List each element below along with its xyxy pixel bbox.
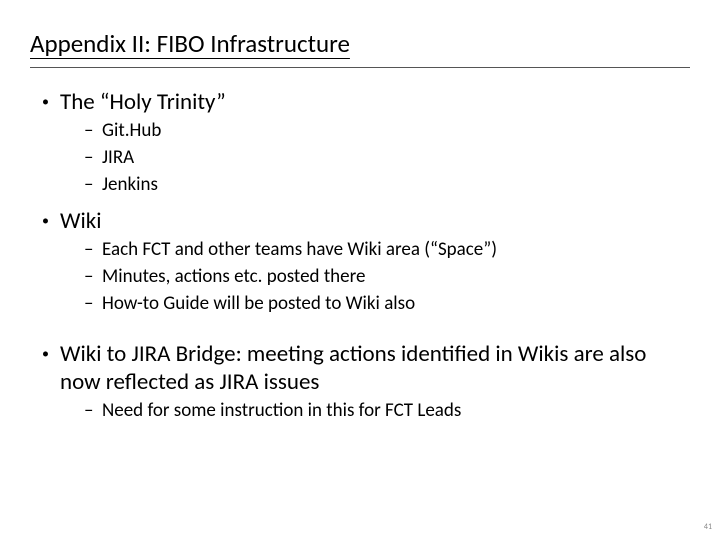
sub-list: –Each FCT and other teams have Wiki area… <box>42 237 690 316</box>
bullet-icon: • <box>42 207 60 235</box>
sub-item: –Jenkins <box>84 172 690 197</box>
dash-icon: – <box>84 172 102 197</box>
sub-item: –Need for some instruction in this for F… <box>84 398 690 423</box>
dash-icon: – <box>84 118 102 143</box>
sub-text: Jenkins <box>102 172 158 197</box>
sub-text: How-to Guide will be posted to Wiki also <box>102 291 415 316</box>
dash-icon: – <box>84 398 102 423</box>
list-item: • Wiki –Each FCT and other teams have Wi… <box>42 207 690 316</box>
sub-list: –Git.Hub –JIRA –Jenkins <box>42 118 690 197</box>
sub-item: –Git.Hub <box>84 118 690 143</box>
bullet-icon: • <box>42 88 60 116</box>
content-list: • The “Holy Trinity” –Git.Hub –JIRA –Jen… <box>30 88 690 423</box>
page-number: 41 <box>704 522 712 532</box>
dash-icon: – <box>84 237 102 262</box>
bullet-icon: • <box>42 340 60 368</box>
sub-item: –How-to Guide will be posted to Wiki als… <box>84 291 690 316</box>
sub-text: Each FCT and other teams have Wiki area … <box>102 237 497 262</box>
section-heading: Wiki to JIRA Bridge: meeting actions ide… <box>60 340 690 396</box>
slide-title: Appendix II: FIBO Infrastructure <box>30 28 690 59</box>
sub-item: –JIRA <box>84 145 690 170</box>
dash-icon: – <box>84 145 102 170</box>
list-item: • The “Holy Trinity” –Git.Hub –JIRA –Jen… <box>42 88 690 197</box>
title-rule <box>30 67 690 68</box>
list-item: • Wiki to JIRA Bridge: meeting actions i… <box>42 340 690 423</box>
section-heading: The “Holy Trinity” <box>60 88 226 116</box>
sub-text: Minutes, actions etc. posted there <box>102 264 365 289</box>
sub-item: –Each FCT and other teams have Wiki area… <box>84 237 690 262</box>
dash-icon: – <box>84 264 102 289</box>
sub-text: Git.Hub <box>102 118 161 143</box>
section-heading: Wiki <box>60 207 101 235</box>
sub-item: –Minutes, actions etc. posted there <box>84 264 690 289</box>
sub-text: JIRA <box>102 145 134 170</box>
dash-icon: – <box>84 291 102 316</box>
sub-text: Need for some instruction in this for FC… <box>102 398 461 423</box>
sub-list: –Need for some instruction in this for F… <box>42 398 690 423</box>
